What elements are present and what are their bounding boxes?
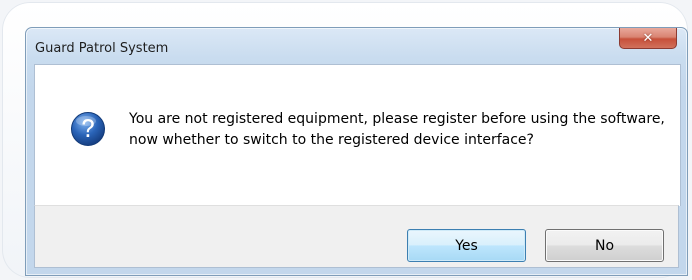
- no-button[interactable]: No: [545, 229, 664, 262]
- dialog-message: You are not registered equipment, please…: [129, 111, 665, 148]
- close-icon: ✕: [642, 30, 654, 46]
- dialog-button-bar: Yes No: [34, 205, 679, 268]
- message-dialog: Guard Patrol System ✕ You are not regist…: [25, 27, 688, 276]
- dialog-title: Guard Patrol System: [35, 41, 169, 56]
- yes-button[interactable]: Yes: [407, 229, 526, 262]
- question-icon: [71, 112, 105, 146]
- close-button[interactable]: ✕: [619, 28, 677, 49]
- dialog-content: You are not registered equipment, please…: [34, 64, 681, 206]
- dialog-titlebar[interactable]: Guard Patrol System ✕: [26, 28, 687, 64]
